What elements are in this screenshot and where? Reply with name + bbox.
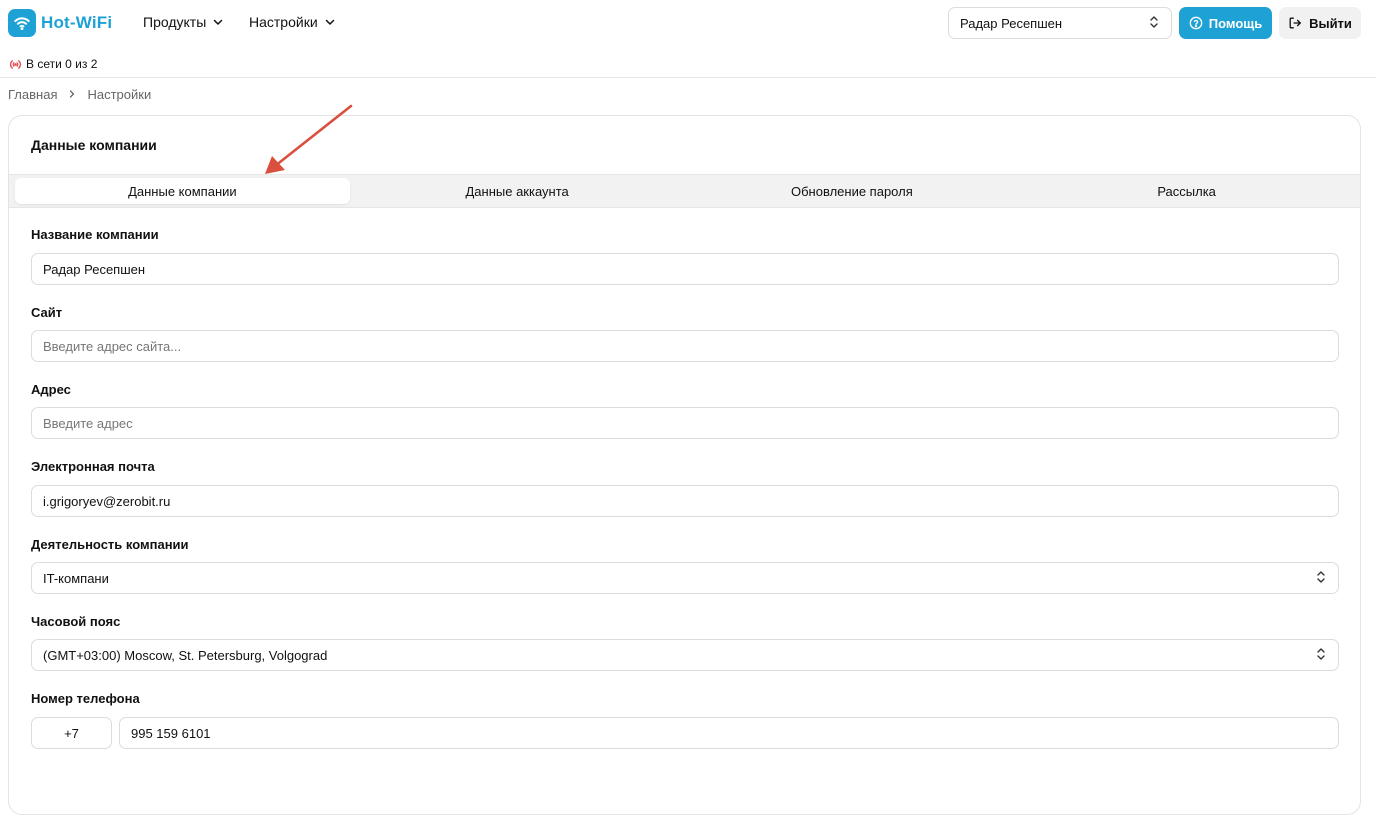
phone-label: Номер телефона	[31, 691, 140, 706]
address-input[interactable]	[31, 407, 1339, 439]
chevron-right-icon	[67, 89, 77, 99]
chevron-updown-icon	[1315, 647, 1327, 664]
activity-select-value: IT-компани	[43, 570, 109, 586]
nav-menu-products[interactable]: Продукты	[143, 14, 224, 30]
company-settings-card: Данные компании Данные компании Данные а…	[8, 115, 1361, 815]
online-status: В сети 0 из 2	[9, 56, 97, 72]
chevron-updown-icon	[1148, 15, 1160, 32]
chevron-updown-icon	[1315, 570, 1327, 587]
address-label: Адрес	[31, 382, 71, 397]
company-name-label: Название компании	[31, 227, 159, 242]
top-header: Hot-WiFi Продукты Настройки Радар Ресепш…	[0, 0, 1376, 46]
wifi-icon	[8, 8, 36, 37]
offline-signal-icon	[10, 59, 21, 69]
tab-company-data[interactable]: Данные компании	[15, 178, 350, 204]
site-input[interactable]	[31, 330, 1339, 362]
company-name-input[interactable]	[31, 253, 1339, 285]
company-select-value: Радар Ресепшен	[960, 15, 1063, 31]
breadcrumb-home[interactable]: Главная	[8, 87, 57, 102]
help-button-label: Помощь	[1208, 15, 1263, 31]
logout-icon	[1289, 17, 1301, 29]
nav-menu-label: Продукты	[143, 14, 207, 30]
company-select[interactable]: Радар Ресепшен	[948, 7, 1172, 39]
timezone-select[interactable]: (GMT+03:00) Moscow, St. Petersburg, Volg…	[31, 639, 1339, 671]
nav-menu-settings[interactable]: Настройки	[249, 14, 336, 30]
nav-menu-label: Настройки	[249, 14, 318, 30]
tab-account-data[interactable]: Данные аккаунта	[350, 178, 685, 204]
activity-label: Деятельность компании	[31, 537, 189, 552]
tab-password-update[interactable]: Обновление пароля	[685, 178, 1020, 204]
card-title: Данные компании	[31, 137, 157, 153]
logo-text: Hot-WiFi	[41, 12, 113, 32]
logout-button[interactable]: Выйти	[1279, 7, 1361, 39]
chevron-down-icon	[324, 16, 336, 28]
logout-button-label: Выйти	[1309, 15, 1352, 31]
online-status-text: В сети 0 из 2	[26, 57, 98, 71]
phone-input[interactable]	[119, 717, 1339, 749]
help-button[interactable]: Помощь	[1179, 7, 1272, 39]
help-circle-icon	[1189, 16, 1203, 30]
email-label: Электронная почта	[31, 459, 155, 474]
activity-select[interactable]: IT-компани	[31, 562, 1339, 594]
settings-tabs: Данные компании Данные аккаунта Обновлен…	[9, 174, 1360, 208]
breadcrumb-current: Настройки	[87, 86, 152, 102]
timezone-label: Часовой пояс	[31, 614, 121, 629]
header-divider	[0, 77, 1376, 78]
chevron-down-icon	[212, 16, 224, 28]
logo[interactable]: Hot-WiFi	[8, 8, 112, 37]
tab-mailing[interactable]: Рассылка	[1019, 178, 1354, 204]
timezone-select-value: (GMT+03:00) Moscow, St. Petersburg, Volg…	[43, 647, 328, 663]
site-label: Сайт	[31, 305, 63, 320]
email-input[interactable]	[31, 485, 1339, 517]
phone-country-code[interactable]: +7	[31, 717, 112, 749]
breadcrumb: Главная Настройки	[8, 86, 151, 102]
